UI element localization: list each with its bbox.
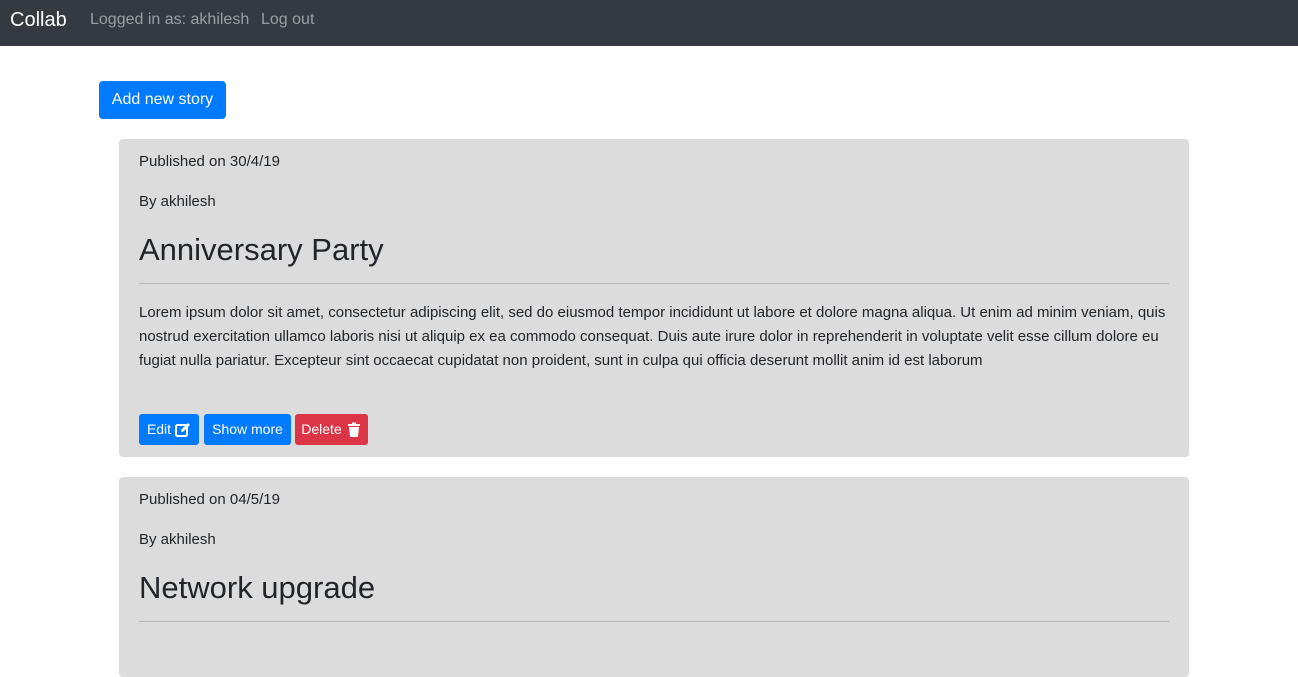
story-published-date: Published on 30/4/19	[139, 153, 280, 170]
logged-in-text: Logged in as: akhilesh	[90, 11, 250, 28]
brand-logo[interactable]: Collab	[10, 8, 67, 32]
logout-link[interactable]: Log out	[261, 10, 314, 30]
story-divider	[139, 621, 1169, 622]
story-published-date: Published on 04/5/19	[139, 491, 280, 508]
trash-icon	[347, 422, 360, 437]
story-divider	[139, 283, 1169, 284]
story-author: By akhilesh	[139, 531, 216, 548]
story-card: Published on 04/5/19 By akhilesh Network…	[119, 477, 1189, 677]
story-body: Lorem ipsum dolor sit amet, consectetur …	[139, 304, 1166, 369]
top-navbar: Collab Logged in as: akhilesh Log out	[0, 0, 1298, 46]
story-card: Published on 30/4/19 By akhilesh Anniver…	[119, 139, 1189, 457]
add-new-story-button[interactable]: Add new story	[99, 81, 226, 119]
edit-button-label: Edit	[146, 421, 172, 437]
delete-button-label: Delete	[301, 421, 342, 437]
show-more-button[interactable]: Show more	[204, 414, 291, 445]
story-title: Network upgrade	[139, 570, 376, 605]
story-author: By akhilesh	[139, 193, 216, 210]
edit-story-button[interactable]: Edit	[139, 414, 199, 445]
delete-story-button[interactable]: Delete	[295, 414, 368, 445]
story-title: Anniversary Party	[139, 232, 384, 267]
edit-icon	[175, 422, 191, 437]
